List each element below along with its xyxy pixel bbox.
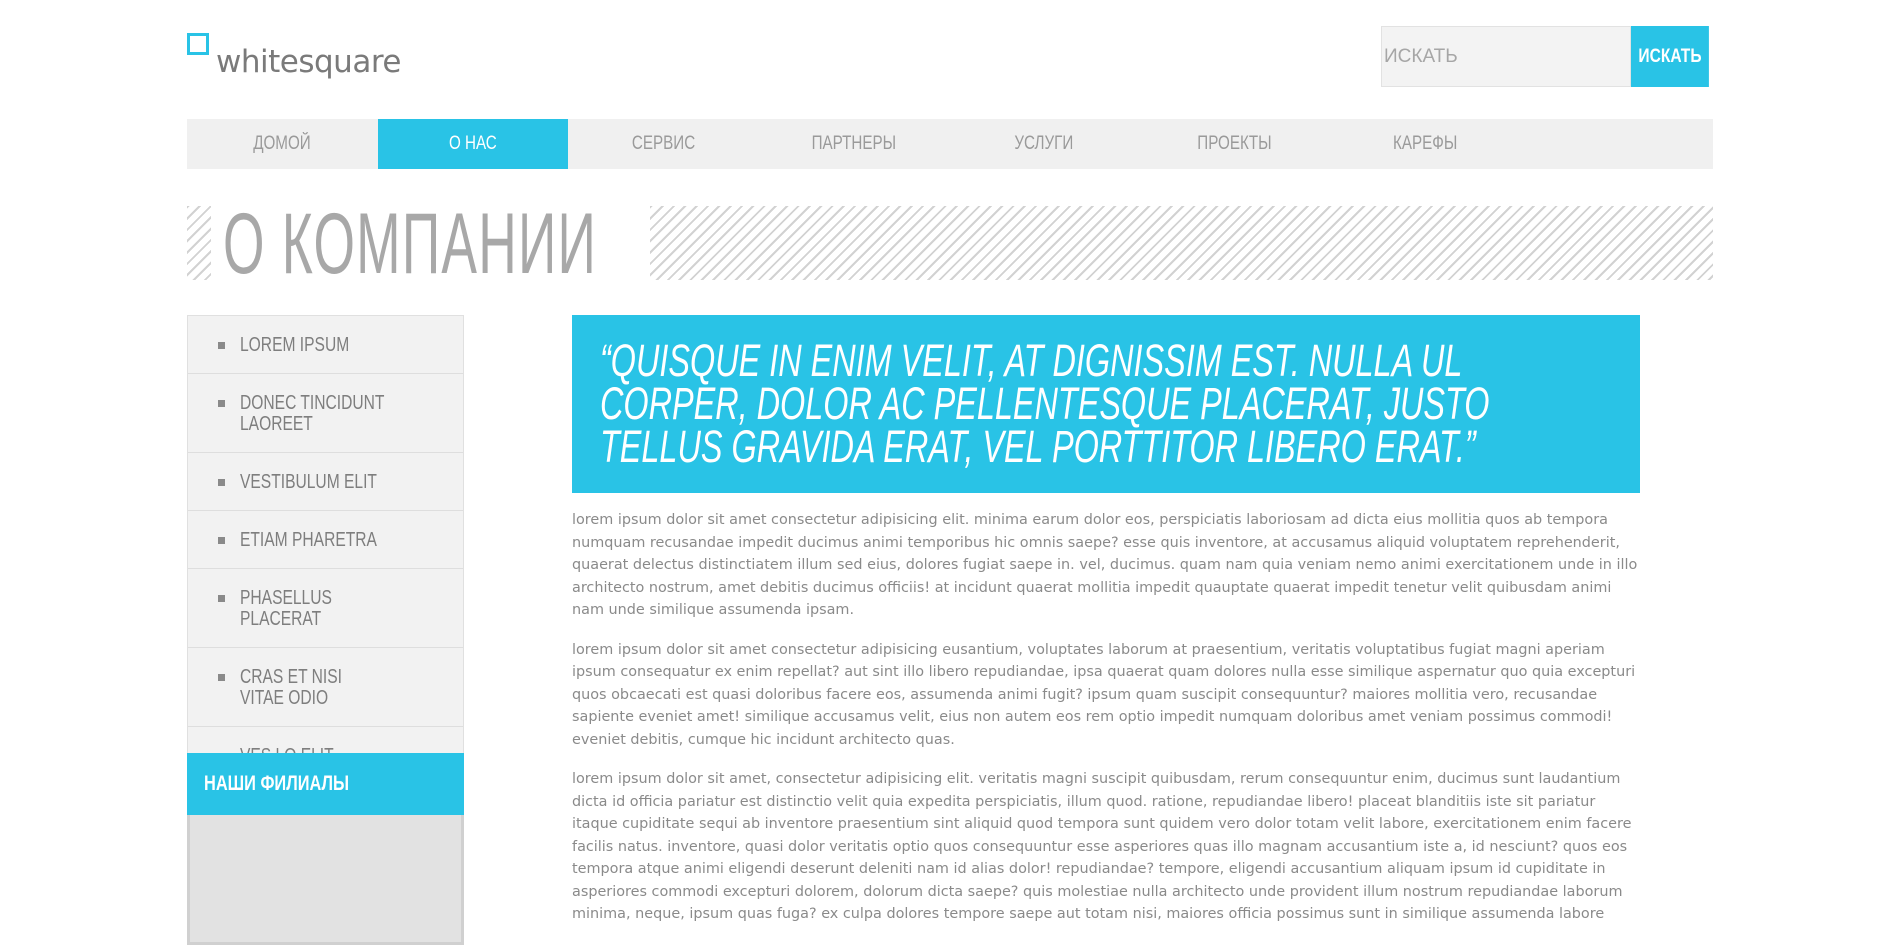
search-input[interactable] [1381,26,1631,87]
quote-block: “QUISQUE IN ENIM VELIT, AT DIGNISSIM EST… [572,315,1640,493]
bullet-icon [218,479,225,486]
bullet-icon [218,595,225,602]
branches-title: НАШИ ФИЛИАЛЫ [187,753,464,815]
bullet-icon [218,674,225,681]
sidebar-item-label: CRAS ET NISI VITAE ODIO [240,666,343,709]
sidebar-item-donec-tincidunt[interactable]: DONEC TINCIDUNT LAOREET [188,374,463,453]
nav-item-label: СЕРВИС [631,133,695,154]
sidebar-item-label: VESTIBULUM ELIT [240,471,377,493]
search-button[interactable]: ИСКАТЬ [1631,26,1709,87]
sidebar-item-vestibulum-elit[interactable]: VESTIBULUM ELIT [188,453,463,511]
article-paragraph: lorem ipsum dolor sit amet consectetur a… [572,641,1636,748]
title-stripes-right [650,206,1713,280]
sidebar-item-etiam-pharetra[interactable]: ETIAM PHARETRA [188,511,463,569]
sidebar-menu: LOREM IPSUM DONEC TINCIDUNT LAOREET VEST… [187,315,464,785]
nav-item-label: ДОМОЙ [253,133,312,154]
nav-item-label: КАРЕФЫ [1393,133,1458,154]
nav-item-service[interactable]: СЕРВИС [568,119,759,169]
nav-item-label: ПАРТНЕРЫ [811,133,897,154]
article-paragraph: lorem ipsum dolor sit amet, consectetur … [572,771,1632,922]
sidebar-item-label: LOREM IPSUM [240,334,350,356]
branches-widget: НАШИ ФИЛИАЛЫ [187,753,464,945]
search-form: ИСКАТЬ [1381,26,1709,87]
nav-item-home[interactable]: ДОМОЙ [187,119,378,169]
sidebar-item-cras-et-nisi[interactable]: CRAS ET NISI VITAE ODIO [188,648,463,727]
sidebar-item-label: PHASELLUS PLACERAT [240,587,332,630]
sidebar-item-label: ETIAM PHARETRA [240,529,377,551]
logo-square-icon [187,33,209,55]
main-nav: ДОМОЙ О НАС СЕРВИС ПАРТНЕРЫ УСЛУГИ ПРОЕК… [187,119,1713,169]
quote-text: “QUISQUE IN ENIM VELIT, AT DIGNISSIM EST… [600,335,1490,472]
page-title: О КОМПАНИИ [223,196,598,292]
nav-item-projects[interactable]: ПРОЕКТЫ [1140,119,1331,169]
branches-title-label: НАШИ ФИЛИАЛЫ [204,772,350,795]
sidebar-item-lorem-ipsum[interactable]: LOREM IPSUM [188,316,463,374]
page: whitesquare ИСКАТЬ ДОМОЙ О НАС СЕРВИС ПА… [0,0,1898,945]
sidebar-item-phasellus-placerat[interactable]: PHASELLUS PLACERAT [188,569,463,648]
nav-item-about[interactable]: О НАС [377,119,568,169]
nav-item-services[interactable]: УСЛУГИ [949,119,1140,169]
article-paragraph: lorem ipsum dolor sit amet consectetur a… [572,512,1638,618]
sidebar-item-label: DONEC TINCIDUNT LAOREET [240,392,385,435]
nav-item-label: ПРОЕКТЫ [1197,133,1272,154]
article-body: lorem ipsum dolor sit amet consectetur a… [572,509,1640,943]
title-stripes-left [187,206,211,280]
nav-item-partners[interactable]: ПАРТНЕРЫ [759,119,950,169]
logo-text: whitesquare [216,44,401,80]
logo[interactable]: whitesquare [187,33,407,83]
title-band: О КОМПАНИИ [187,201,1713,287]
bullet-icon [218,400,225,407]
bullet-icon [218,342,225,349]
bullet-icon [218,537,225,544]
nav-item-careers[interactable]: КАРЕФЫ [1330,119,1521,169]
nav-item-label: О НАС [448,133,497,154]
nav-item-label: УСЛУГИ [1014,133,1074,154]
